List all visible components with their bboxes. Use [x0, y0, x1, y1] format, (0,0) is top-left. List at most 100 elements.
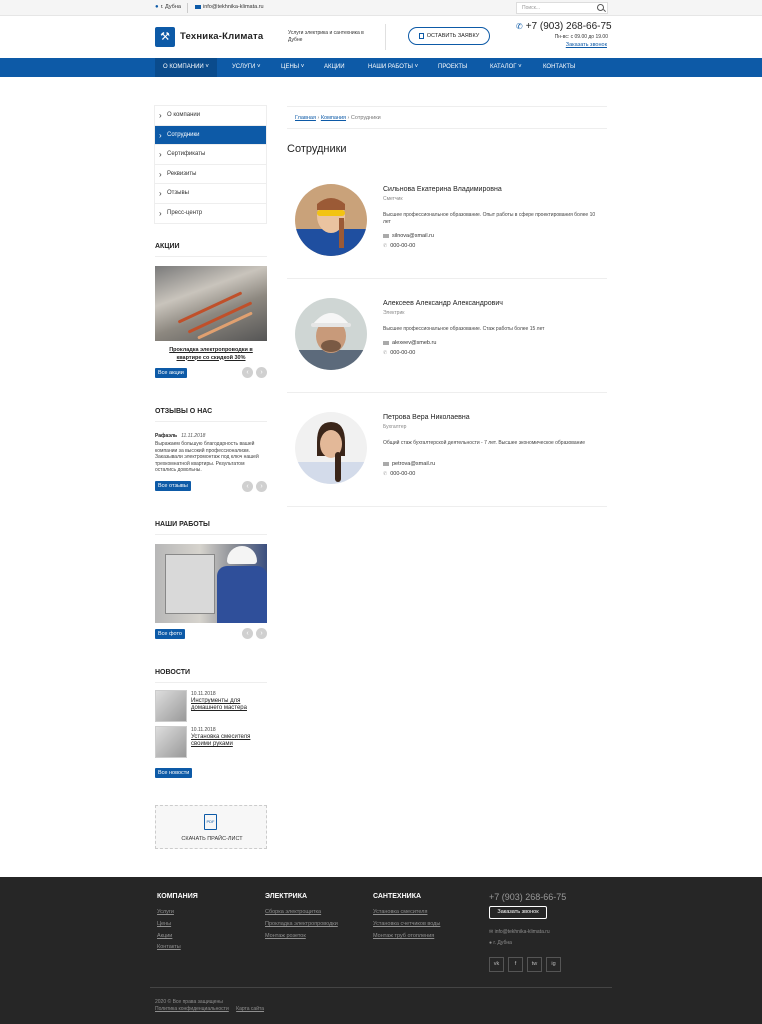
email-info[interactable]: info@tekhnika-klimata.ru [195, 4, 264, 10]
twitter-icon[interactable]: tw [527, 957, 542, 972]
sidebar-item-about[interactable]: О компании [155, 106, 266, 126]
review-author: Рафаэль [155, 433, 178, 439]
footer-email[interactable]: ✉ info@tekhnika-klimata.ru [489, 929, 550, 935]
footer-phone[interactable]: +7 (903) 268-66-75 [489, 892, 566, 902]
news-link[interactable]: Установка смесителя своими руками [191, 734, 267, 748]
arrow-right-icon[interactable]: › [256, 367, 267, 378]
facebook-icon[interactable]: f [508, 957, 523, 972]
promos-title: АКЦИИ [155, 243, 180, 250]
nav-item-catalog[interactable]: КАТАЛОГ ˅ [482, 58, 530, 77]
arrow-right-icon[interactable]: › [256, 481, 267, 492]
footer-link[interactable]: Цены [157, 921, 171, 927]
arrow-left-icon[interactable]: ‹ [242, 481, 253, 492]
leave-request-button[interactable]: ОСТАВИТЬ ЗАЯВКУ [408, 27, 490, 45]
sidebar-item-reviews[interactable]: Отзывы [155, 184, 266, 204]
footer-callback-button[interactable]: Заказать звонок [489, 906, 547, 919]
news-thumbnail[interactable] [155, 726, 187, 758]
pdf-icon: PDF [204, 814, 217, 830]
employee-phone[interactable]: ✆ 000-00-00 [383, 350, 415, 356]
logo-text[interactable]: Техника-Климата [180, 31, 263, 42]
callback-link[interactable]: Заказать звонок [566, 42, 607, 48]
employee-phone-text[interactable]: 000-00-00 [390, 471, 415, 477]
employee-email-text[interactable]: petrova@smail.ru [392, 461, 435, 467]
search-icon[interactable] [597, 4, 604, 11]
footer-link[interactable]: Установка счетчиков воды [373, 921, 440, 927]
nav-label: О КОМПАНИИ [163, 64, 204, 70]
nav-item-about[interactable]: О КОМПАНИИ ˅ [155, 58, 217, 77]
sidebar-item-requisites[interactable]: Реквизиты [155, 165, 266, 184]
news-date: 10.11.2018 [191, 727, 216, 733]
review-meta: Рафаэль 11.11.2018 [155, 433, 205, 439]
nav-item-promos[interactable]: АКЦИИ [316, 58, 353, 77]
nav-label: УСЛУГИ [232, 64, 256, 70]
download-pricelist[interactable]: PDF СКАЧАТЬ ПРАЙС-ЛИСТ [155, 805, 267, 849]
arrow-left-icon[interactable]: ‹ [242, 367, 253, 378]
header-phone-number[interactable]: +7 (903) 268-66-75 [526, 21, 612, 32]
topbar-divider [187, 3, 188, 13]
employee-description: Общий стаж бухгалтерской деятельности - … [383, 440, 586, 446]
breadcrumb-company[interactable]: Компания [321, 115, 346, 121]
employee-description: Высшее профессиональное образование. Опы… [383, 212, 596, 225]
phone-icon: ✆ [516, 22, 523, 31]
all-reviews-button[interactable]: Все отзывы [155, 481, 191, 491]
reviews-divider [155, 421, 267, 422]
chevron-down-icon: ˅ [300, 64, 305, 70]
employee-email[interactable]: alexeev@smeb.ru [383, 340, 436, 346]
promo-image[interactable] [155, 266, 267, 341]
sidebar-item-certificates[interactable]: Сертификаты [155, 145, 266, 165]
footer-email-text[interactable]: info@tekhnika-klimata.ru [495, 929, 550, 935]
all-photos-button[interactable]: Все фото [155, 629, 185, 639]
works-photo[interactable] [155, 544, 267, 623]
works-slider-arrows: ‹ › [242, 628, 267, 639]
employee-phone[interactable]: ✆ 000-00-00 [383, 243, 415, 249]
footer-link[interactable]: Сборка электрощитка [265, 909, 321, 915]
leave-request-label: ОСТАВИТЬ ЗАЯВКУ [426, 33, 480, 39]
footer-divider [150, 987, 612, 988]
arrow-right-icon[interactable]: › [256, 628, 267, 639]
sidebar-item-press[interactable]: Пресс-центр [155, 204, 266, 224]
employee-email-text[interactable]: silnova@smail.ru [392, 233, 434, 239]
nav-item-works[interactable]: НАШИ РАБОТЫ ˅ [360, 58, 426, 77]
logo-wrench-icon[interactable]: ⚒ [155, 27, 175, 47]
employee-photo [295, 412, 367, 484]
employee-phone-text[interactable]: 000-00-00 [390, 350, 415, 356]
all-promos-button[interactable]: Все акции [155, 368, 187, 378]
nav-item-prices[interactable]: ЦЕНЫ ˅ [273, 58, 312, 77]
footer-link[interactable]: Монтаж розеток [265, 933, 306, 939]
promo-caption-link[interactable]: Прокладка электропроводки в квартире со … [160, 347, 262, 362]
footer-link[interactable]: Акции [157, 933, 172, 939]
employee-email-text[interactable]: alexeev@smeb.ru [392, 340, 436, 346]
breadcrumb-home[interactable]: Главная [295, 115, 316, 121]
employee-email[interactable]: petrova@smail.ru [383, 461, 435, 467]
footer-link[interactable]: Прокладка электропроводки [265, 921, 338, 927]
social-links: vk f tw ig [489, 957, 561, 972]
nav-label: КОНТАКТЫ [543, 64, 576, 70]
mail-icon [195, 5, 201, 9]
sidebar-item-staff[interactable]: Сотрудники [155, 125, 266, 145]
footer-link[interactable]: Контакты [157, 944, 181, 950]
breadcrumb-current: Сотрудники [350, 115, 381, 121]
header-phone[interactable]: ✆ +7 (903) 268-66-75 [516, 21, 612, 32]
news-thumbnail[interactable] [155, 690, 187, 722]
sidebar-menu: О компании Сотрудники Сертификаты Реквиз… [154, 105, 267, 224]
nav-item-projects[interactable]: ПРОЕКТЫ [430, 58, 475, 77]
email-link[interactable]: info@tekhnika-klimata.ru [203, 4, 264, 10]
nav-item-contacts[interactable]: КОНТАКТЫ [535, 58, 583, 77]
search-input[interactable]: Поиск... [516, 2, 608, 14]
footer-link[interactable]: Услуги [157, 909, 174, 915]
instagram-icon[interactable]: ig [546, 957, 561, 972]
footer-link[interactable]: Установка смесителя [373, 909, 427, 915]
all-news-button[interactable]: Все новости [155, 768, 193, 778]
top-bar: ● г. Дубна info@tekhnika-klimata.ru Поис… [0, 0, 762, 16]
employee-email[interactable]: silnova@smail.ru [383, 233, 434, 239]
nav-item-services[interactable]: УСЛУГИ ˅ [224, 58, 268, 77]
employee-phone-text[interactable]: 000-00-00 [390, 243, 415, 249]
document-icon [418, 33, 424, 39]
sitemap-link[interactable]: Карта сайта [236, 1006, 264, 1012]
employee-phone[interactable]: ✆ 000-00-00 [383, 471, 415, 477]
vk-icon[interactable]: vk [489, 957, 504, 972]
footer-link[interactable]: Монтаж труб отопления [373, 933, 434, 939]
news-link[interactable]: Инструменты для домашнего мастера [191, 698, 267, 712]
privacy-policy-link[interactable]: Политика конфиденциальности [155, 1006, 229, 1012]
arrow-left-icon[interactable]: ‹ [242, 628, 253, 639]
